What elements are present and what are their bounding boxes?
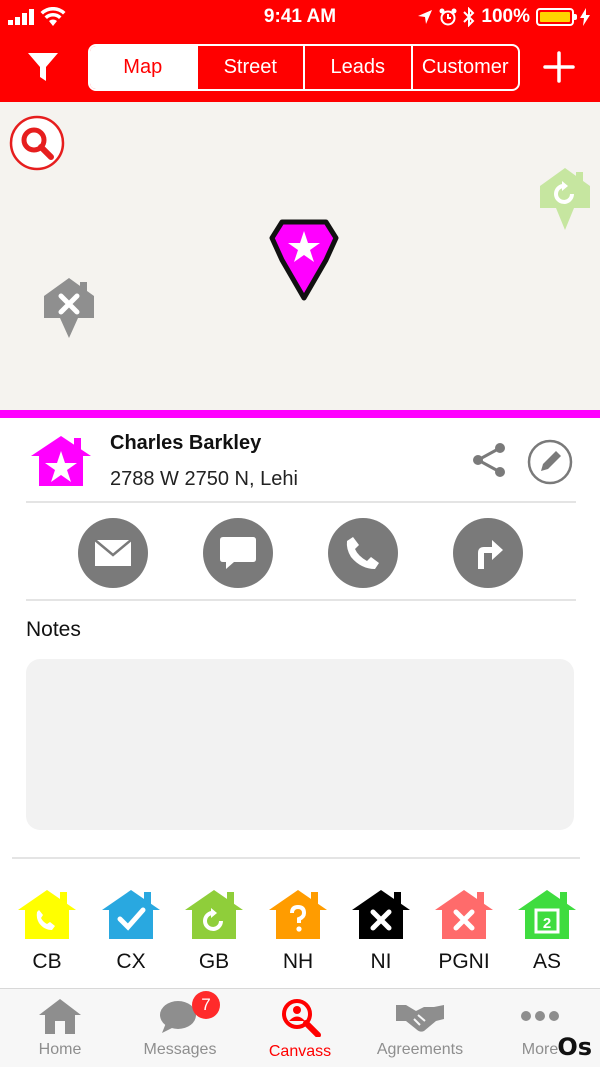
unread-badge: 7 [192,991,220,1019]
view-segmented-control: Map Street Leads Customer [88,44,520,91]
bluetooth-icon [463,7,475,27]
more-icon [521,1011,559,1021]
house-refresh-icon [185,890,243,939]
house-refresh-pin[interactable] [538,166,592,232]
home-icon [39,999,81,1034]
tab-leads[interactable]: Leads [303,46,411,89]
contact-row: Charles Barkley 2788 W 2750 N, Lehi [26,428,576,500]
tab-customer[interactable]: Customer [410,46,519,89]
contact-address[interactable]: 2788 W 2750 N, Lehi [110,468,298,491]
handshake-icon [396,1005,444,1032]
status-ni[interactable]: NI [344,888,418,974]
text-message-button[interactable] [203,518,273,588]
status-color-divider [0,410,600,418]
tab-agreements[interactable]: Agreements [360,997,480,1059]
status-label: NH [282,950,314,973]
house-question-icon [269,890,327,939]
house-phone-icon [18,890,76,939]
tab-home[interactable]: Home [0,997,120,1059]
status-cx[interactable]: CX [94,888,168,974]
alarm-icon [439,8,457,26]
status-cb[interactable]: CB [10,888,84,974]
status-nh[interactable]: NH [261,888,335,974]
house-x-icon [435,890,493,939]
divider [26,599,576,601]
tab-canvass[interactable]: Canvass [240,997,360,1061]
tab-label: Messages [143,1041,217,1058]
share-icon[interactable] [470,440,510,480]
edit-pencil-icon[interactable] [526,438,574,486]
watermark: Os [557,1033,592,1061]
status-label: AS [532,950,561,973]
filter-icon[interactable] [26,50,60,84]
contact-name: Charles Barkley [110,432,262,454]
email-button[interactable] [78,518,148,588]
svg-text:2: 2 [543,915,551,932]
chat-bubble-icon [220,537,256,569]
tab-map[interactable]: Map [90,46,196,89]
phone-icon [346,537,379,569]
charging-bolt-icon [580,8,590,26]
status-gb[interactable]: GB [177,888,251,974]
divider [12,857,580,859]
bottom-tab-bar: Home 7 Messages Canvass Agreements More … [0,988,600,1067]
house-check-icon [102,890,160,939]
tab-label: Agreements [376,1041,464,1058]
battery-percent: 100% [481,6,530,27]
divider [26,501,576,503]
notes-field[interactable] [26,659,574,830]
notes-label: Notes [26,618,81,641]
directions-icon [478,540,503,569]
location-arrow-icon [418,10,433,24]
house-star-icon [31,436,91,486]
status-label: CB [32,950,62,973]
canvass-icon [282,999,321,1037]
tab-messages[interactable]: 7 Messages [120,991,240,1059]
house-calendar-icon: 2 [518,890,576,939]
status-right: 100% [417,6,590,28]
house-x-icon [352,890,410,939]
search-icon[interactable] [8,114,66,172]
status-pgni[interactable]: PGNI [427,888,501,974]
status-label: PGNI [438,950,490,973]
map-view[interactable] [0,102,600,410]
envelope-icon [94,539,132,566]
status-bar: 9:41 AM 100% [0,0,600,36]
status-label: GB [198,950,230,973]
tab-street[interactable]: Street [195,46,304,89]
house-x-pin[interactable] [42,276,96,340]
contact-actions [0,518,600,590]
tab-label: More [521,1041,559,1058]
tab-label: Home [38,1041,82,1058]
status-picker: CB CX GB NH NI PGNI 2 AS [0,888,600,980]
battery-icon [536,8,577,26]
status-label: NI [370,950,392,973]
tab-label: Canvass [268,1043,332,1060]
star-pin[interactable] [268,216,340,302]
status-as[interactable]: 2 AS [510,888,584,974]
status-label: CX [116,950,146,973]
call-button[interactable] [328,518,398,588]
header-bar: 9:41 AM 100% Map Street Leads Customer [0,0,600,102]
directions-button[interactable] [453,518,523,588]
plus-icon[interactable] [542,50,576,84]
